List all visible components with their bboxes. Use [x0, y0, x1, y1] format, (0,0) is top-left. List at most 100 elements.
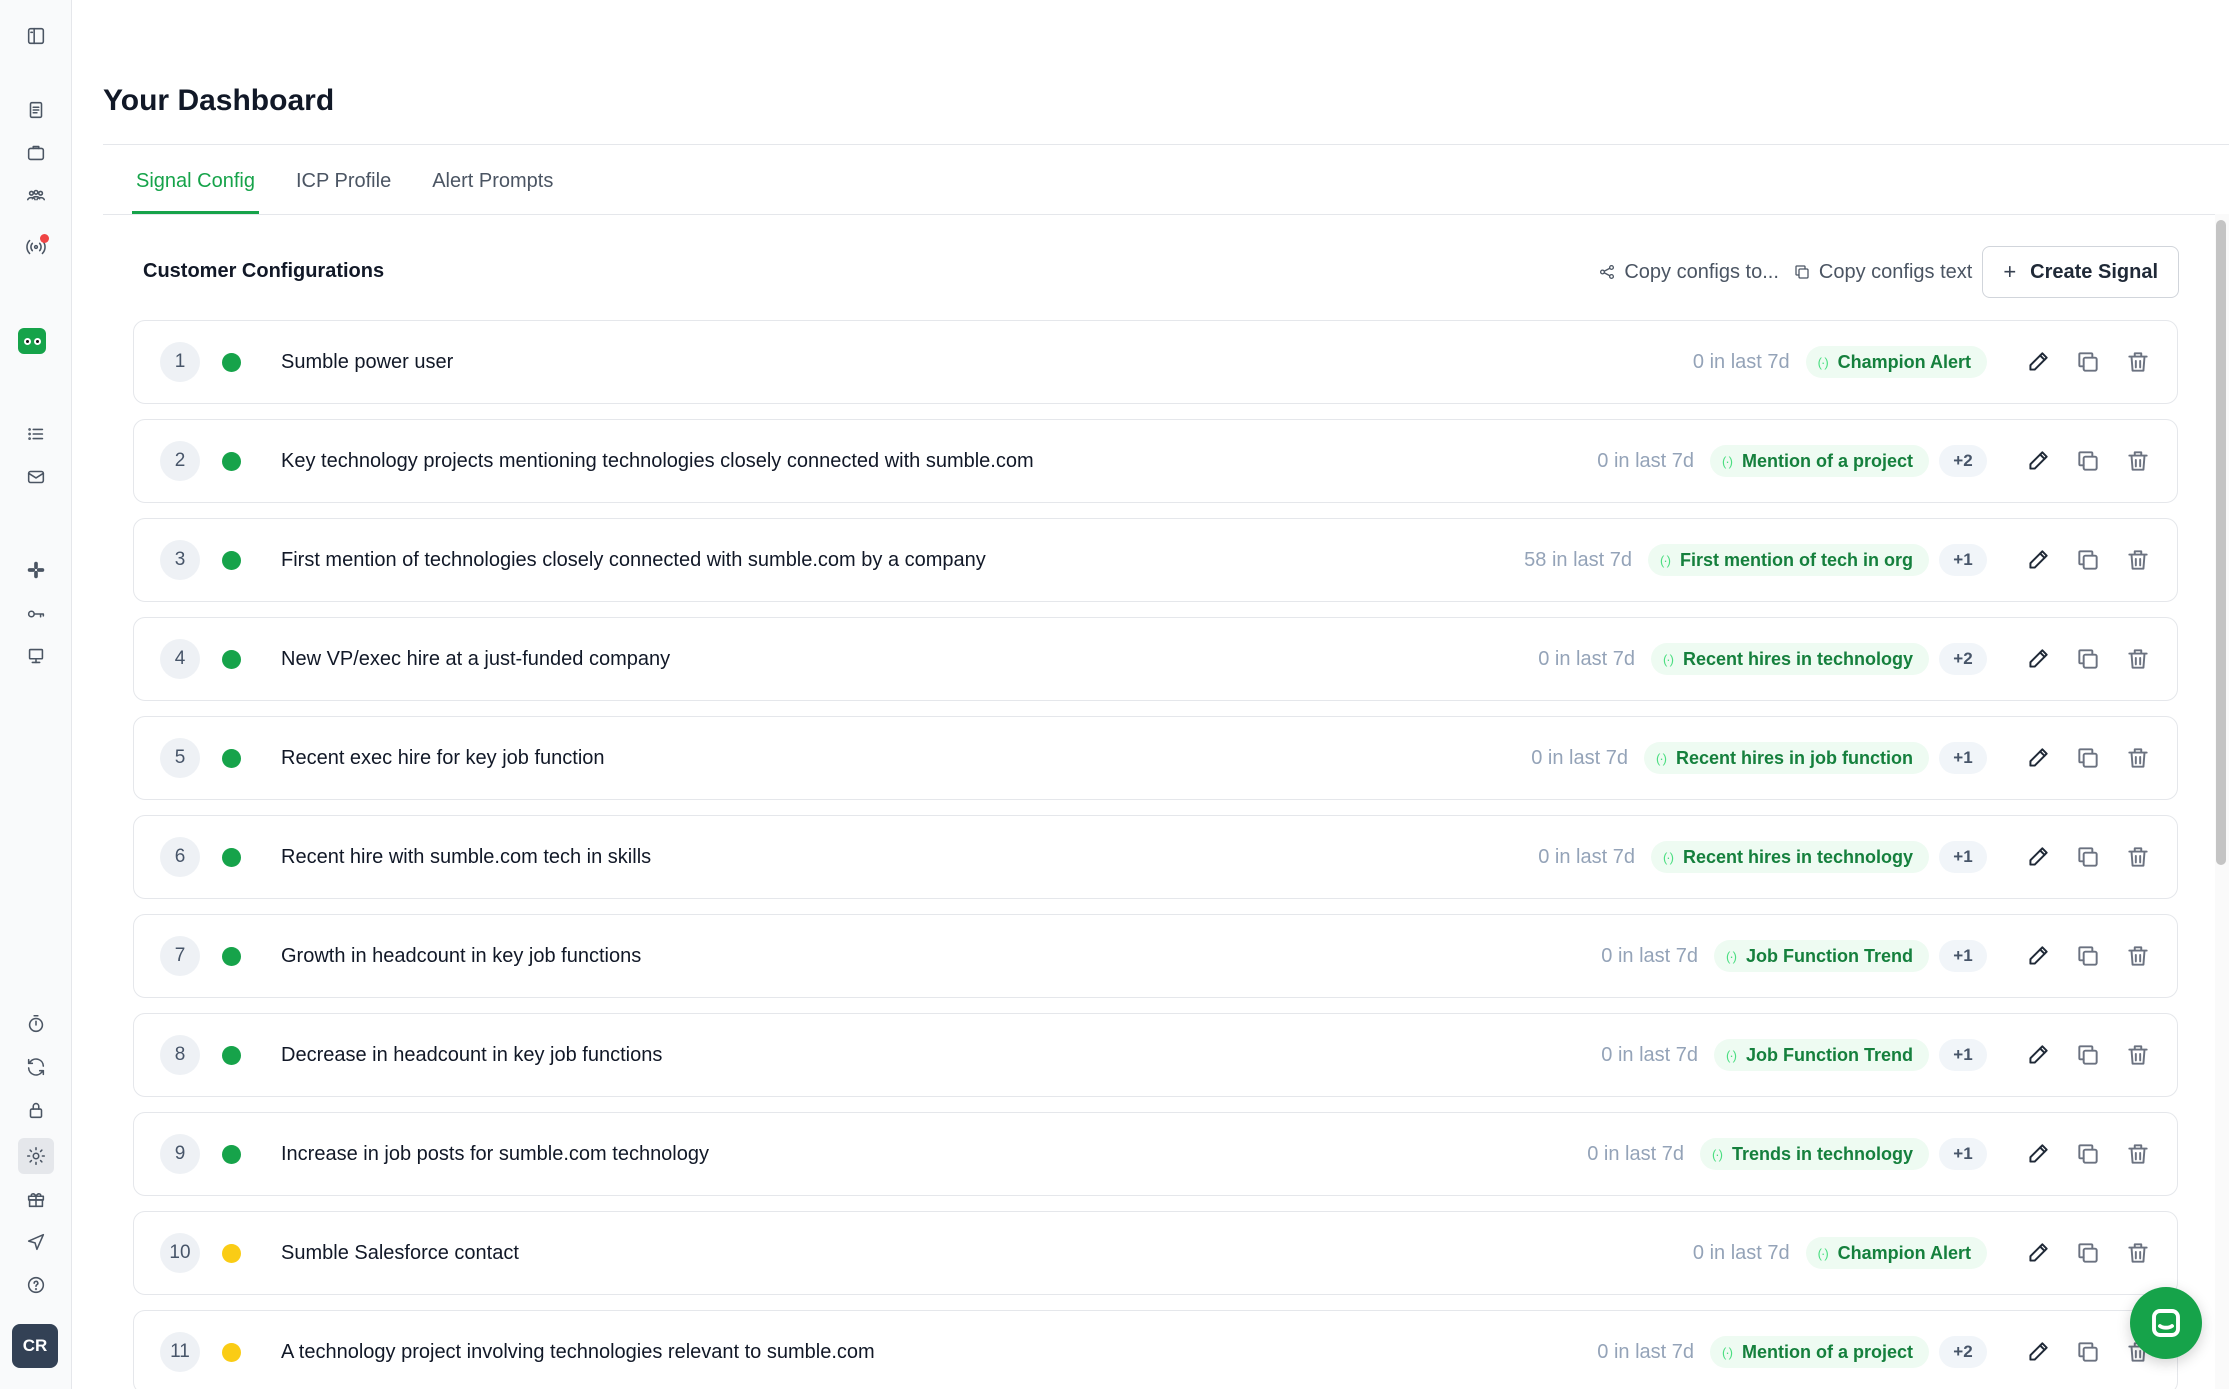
signal-row[interactable]: 6 Recent hire with sumble.com tech in ski…	[133, 815, 2178, 899]
extra-signals-badge[interactable]: +1	[1939, 1039, 1987, 1071]
signal-type-label: Recent hires in job function	[1675, 747, 1913, 768]
edit-icon[interactable]	[2025, 1141, 2051, 1167]
delete-icon[interactable]	[2125, 1240, 2151, 1266]
create-signal-button[interactable]: + Create Signal	[1982, 246, 2179, 298]
status-dot	[222, 946, 241, 966]
duplicate-icon[interactable]	[2075, 844, 2101, 870]
copy-configs-text-button[interactable]: Copy configs text	[1793, 261, 1972, 284]
delete-icon[interactable]	[2125, 844, 2151, 870]
tab-alert-prompts[interactable]: Alert Prompts	[428, 168, 557, 214]
signal-row[interactable]: 11 A technology project involving technol…	[133, 1310, 2178, 1389]
delete-icon[interactable]	[2125, 1141, 2151, 1167]
duplicate-icon[interactable]	[2075, 1042, 2101, 1068]
scrollbar-thumb[interactable]	[2216, 220, 2226, 865]
duplicate-icon[interactable]	[2075, 547, 2101, 573]
duplicate-icon[interactable]	[2075, 745, 2101, 771]
key-icon[interactable]	[18, 596, 54, 632]
people-icon[interactable]	[18, 178, 54, 214]
signal-row[interactable]: 4 New VP/exec hire at a just-funded compa…	[133, 617, 2178, 701]
signal-title: Recent hire with sumble.com tech in skil…	[281, 845, 652, 868]
duplicate-icon[interactable]	[2075, 1141, 2101, 1167]
avatar[interactable]: CR	[12, 1324, 58, 1368]
signal-type-label: Mention of a project	[1742, 450, 1913, 471]
brand-logo[interactable]	[18, 328, 46, 354]
edit-icon[interactable]	[2025, 646, 2051, 672]
extra-signals-badge[interactable]: +2	[1939, 445, 1987, 477]
signal-meta: 0 in last 7d (·) Recent hires in technolog…	[1538, 643, 1987, 675]
delete-icon[interactable]	[2125, 349, 2151, 375]
row-actions	[2025, 1042, 2151, 1068]
edit-icon[interactable]	[2025, 943, 2051, 969]
help-icon[interactable]	[18, 1267, 54, 1303]
chat-icon	[2152, 1309, 2180, 1337]
gear-icon[interactable]	[18, 1138, 54, 1174]
delete-icon[interactable]	[2125, 547, 2151, 573]
signal-row[interactable]: 9 Increase in job posts for sumble.com te…	[133, 1112, 2178, 1196]
gift-icon[interactable]	[18, 1181, 54, 1217]
slack-icon[interactable]	[18, 552, 54, 588]
refresh-icon[interactable]	[18, 1049, 54, 1085]
signal-row[interactable]: 7 Growth in headcount in key job function…	[133, 914, 2178, 998]
copy-configs-to-button[interactable]: Copy configs to...	[1598, 261, 1779, 284]
notification-dot	[40, 234, 49, 243]
signal-meta: 0 in last 7d (·) Job Function Trend +1	[1601, 1039, 1987, 1071]
duplicate-icon[interactable]	[2075, 1339, 2101, 1365]
document-icon[interactable]	[18, 92, 54, 128]
monitor-icon[interactable]	[18, 638, 54, 674]
signal-type-badge: (·) Mention of a project	[1710, 445, 1929, 477]
delete-icon[interactable]	[2125, 745, 2151, 771]
signal-icon: (·)	[1722, 453, 1733, 469]
signal-row[interactable]: 10 Sumble Salesforce contact 0 in last 7d (…	[133, 1211, 2178, 1295]
edit-icon[interactable]	[2025, 745, 2051, 771]
delete-icon[interactable]	[2125, 646, 2151, 672]
duplicate-icon[interactable]	[2075, 646, 2101, 672]
signal-row[interactable]: 1 Sumble power user 0 in last 7d (·) Champio…	[133, 320, 2178, 404]
send-icon[interactable]	[18, 1224, 54, 1260]
edit-icon[interactable]	[2025, 1339, 2051, 1365]
edit-icon[interactable]	[2025, 844, 2051, 870]
extra-signals-badge[interactable]: +1	[1939, 940, 1987, 972]
extra-signals-badge[interactable]: +1	[1939, 742, 1987, 774]
signal-row[interactable]: 3 First mention of technologies closely c…	[133, 518, 2178, 602]
list-icon[interactable]	[18, 416, 54, 452]
signal-row[interactable]: 8 Decrease in headcount in key job functi…	[133, 1013, 2178, 1097]
extra-signals-badge[interactable]: +1	[1939, 544, 1987, 576]
mail-icon[interactable]	[18, 459, 54, 495]
delete-icon[interactable]	[2125, 1042, 2151, 1068]
signal-row[interactable]: 2 Key technology projects mentioning tech…	[133, 419, 2178, 503]
duplicate-icon[interactable]	[2075, 943, 2101, 969]
duplicate-icon[interactable]	[2075, 1240, 2101, 1266]
duplicate-icon[interactable]	[2075, 349, 2101, 375]
timer-icon[interactable]	[18, 1006, 54, 1042]
row-actions	[2025, 349, 2151, 375]
panel-toggle-icon[interactable]	[18, 18, 54, 54]
signal-meta: 0 in last 7d (·) Job Function Trend +1	[1601, 940, 1987, 972]
row-actions	[2025, 943, 2151, 969]
briefcase-icon[interactable]	[18, 135, 54, 171]
edit-icon[interactable]	[2025, 349, 2051, 375]
edit-icon[interactable]	[2025, 448, 2051, 474]
signal-row[interactable]: 5 Recent exec hire for key job function 0 …	[133, 716, 2178, 800]
extra-signals-badge[interactable]: +2	[1939, 1336, 1987, 1368]
edit-icon[interactable]	[2025, 1240, 2051, 1266]
status-dot	[222, 649, 241, 669]
chat-launcher-button[interactable]	[2130, 1287, 2202, 1359]
lock-icon[interactable]	[18, 1092, 54, 1128]
tab-signal-config[interactable]: Signal Config	[132, 168, 259, 214]
extra-signals-badge[interactable]: +1	[1939, 1138, 1987, 1170]
extra-signals-badge[interactable]: +2	[1939, 643, 1987, 675]
row-number: 9	[160, 1134, 200, 1174]
duplicate-icon[interactable]	[2075, 448, 2101, 474]
signal-icon[interactable]	[18, 229, 54, 265]
extra-signals-badge[interactable]: +1	[1939, 841, 1987, 873]
edit-icon[interactable]	[2025, 547, 2051, 573]
copy-configs-text-label: Copy configs text	[1818, 260, 1973, 283]
signal-title: New VP/exec hire at a just-funded compan…	[281, 647, 671, 670]
tab-icp-profile[interactable]: ICP Profile	[292, 168, 395, 214]
signal-type-badge: (·) Recent hires in job function	[1643, 742, 1929, 774]
signal-type-badge: (·) First mention of tech in org	[1648, 544, 1929, 576]
delete-icon[interactable]	[2125, 448, 2151, 474]
signal-type-badge: (·) Trends in technology	[1699, 1138, 1929, 1170]
delete-icon[interactable]	[2125, 943, 2151, 969]
edit-icon[interactable]	[2025, 1042, 2051, 1068]
